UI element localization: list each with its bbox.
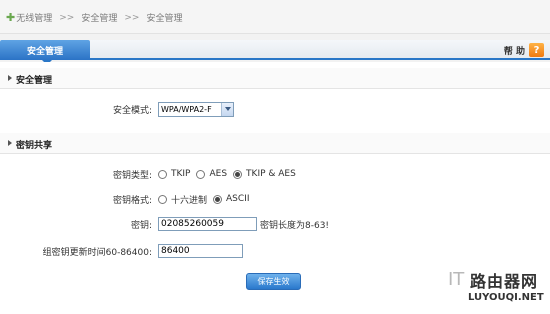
option-label: TKIP & AES [246, 169, 296, 179]
breadcrumb-item-current: 安全管理 [146, 14, 183, 24]
security-mode-label: 安全模式: [112, 106, 152, 116]
key-length-hint: 密钥长度为8-63! [260, 220, 330, 231]
key-format-option-hex[interactable]: 十六进制 [158, 193, 207, 206]
save-button[interactable]: 保存生效 [246, 273, 301, 290]
watermark-it: IT [448, 269, 465, 290]
option-label: 十六进制 [171, 195, 208, 206]
watermark-logo: IT 路由器网 LUYOUQI.NET [448, 263, 548, 311]
radio-button-selected[interactable] [213, 194, 223, 204]
key-format-row: 密钥格式: 十六进制 ASCII [0, 190, 550, 208]
group-key-renew-label: 组密钥更新时间60-86400: [42, 248, 152, 258]
key-row: 密钥: 02085260059 密钥长度为8-63! [0, 215, 550, 233]
help-label[interactable]: 帮 助 [504, 44, 525, 57]
help-icon[interactable]: ? [529, 43, 544, 57]
key-format-label: 密钥格式: [112, 196, 152, 206]
key-type-option-tkip-aes[interactable]: TKIP & AES [233, 169, 296, 179]
chevron-down-icon[interactable] [221, 102, 233, 116]
section-header-security: 安全管理 [0, 68, 550, 89]
key-label: 密钥: [130, 221, 152, 231]
radio-button[interactable] [158, 194, 167, 204]
radio-button-selected[interactable] [233, 169, 243, 179]
option-label: AES [209, 169, 228, 179]
section-title: 密钥共享 [16, 141, 53, 151]
watermark-en: LUYOUQI.NET [468, 292, 544, 303]
breadcrumb-item-wireless[interactable]: 无线管理 [16, 11, 52, 24]
breadcrumb: ✚ 无线管理 >> 安全管理 >> 安全管理 [6, 11, 182, 24]
radio-button[interactable] [196, 169, 206, 179]
key-type-row: 密钥类型: TKIP AES TKIP & AES [0, 165, 550, 183]
plus-icon: ✚ [6, 11, 16, 24]
security-mode-row: 安全模式: WPA/WPA2-F [0, 100, 550, 118]
breadcrumb-separator: >> [59, 12, 75, 23]
tab-security-management[interactable]: 安全管理 [0, 40, 90, 60]
caret-right-icon [8, 140, 12, 146]
breadcrumb-item-security[interactable]: 安全管理 [81, 11, 117, 24]
watermark-cn: 路由器网 [470, 272, 539, 291]
group-key-renew-input[interactable]: 86400 [158, 244, 243, 258]
caret-right-icon [8, 75, 12, 81]
section-header-key-sharing: 密钥共享 [0, 133, 550, 154]
security-mode-select[interactable]: WPA/WPA2-F [158, 101, 234, 117]
help-link[interactable]: 帮 助 ? [504, 43, 544, 57]
group-key-renew-row: 组密钥更新时间60-86400: 86400 [0, 242, 550, 260]
key-input[interactable]: 02085260059 [158, 217, 257, 231]
radio-button[interactable] [158, 169, 167, 179]
option-label: ASCII [226, 194, 250, 204]
breadcrumb-separator: >> [124, 12, 140, 23]
key-type-label: 密钥类型: [112, 171, 152, 181]
option-label: TKIP [171, 169, 191, 179]
key-type-option-aes[interactable]: AES [196, 169, 227, 179]
security-mode-value: WPA/WPA2-F [161, 104, 212, 114]
section-title: 安全管理 [16, 76, 53, 86]
key-format-option-ascii[interactable]: ASCII [213, 194, 249, 204]
tab-bar: 安全管理 帮 助 ? [0, 40, 550, 65]
key-type-option-tkip[interactable]: TKIP [158, 169, 190, 179]
breadcrumb-bar: ✚ 无线管理 >> 安全管理 >> 安全管理 [0, 0, 550, 34]
